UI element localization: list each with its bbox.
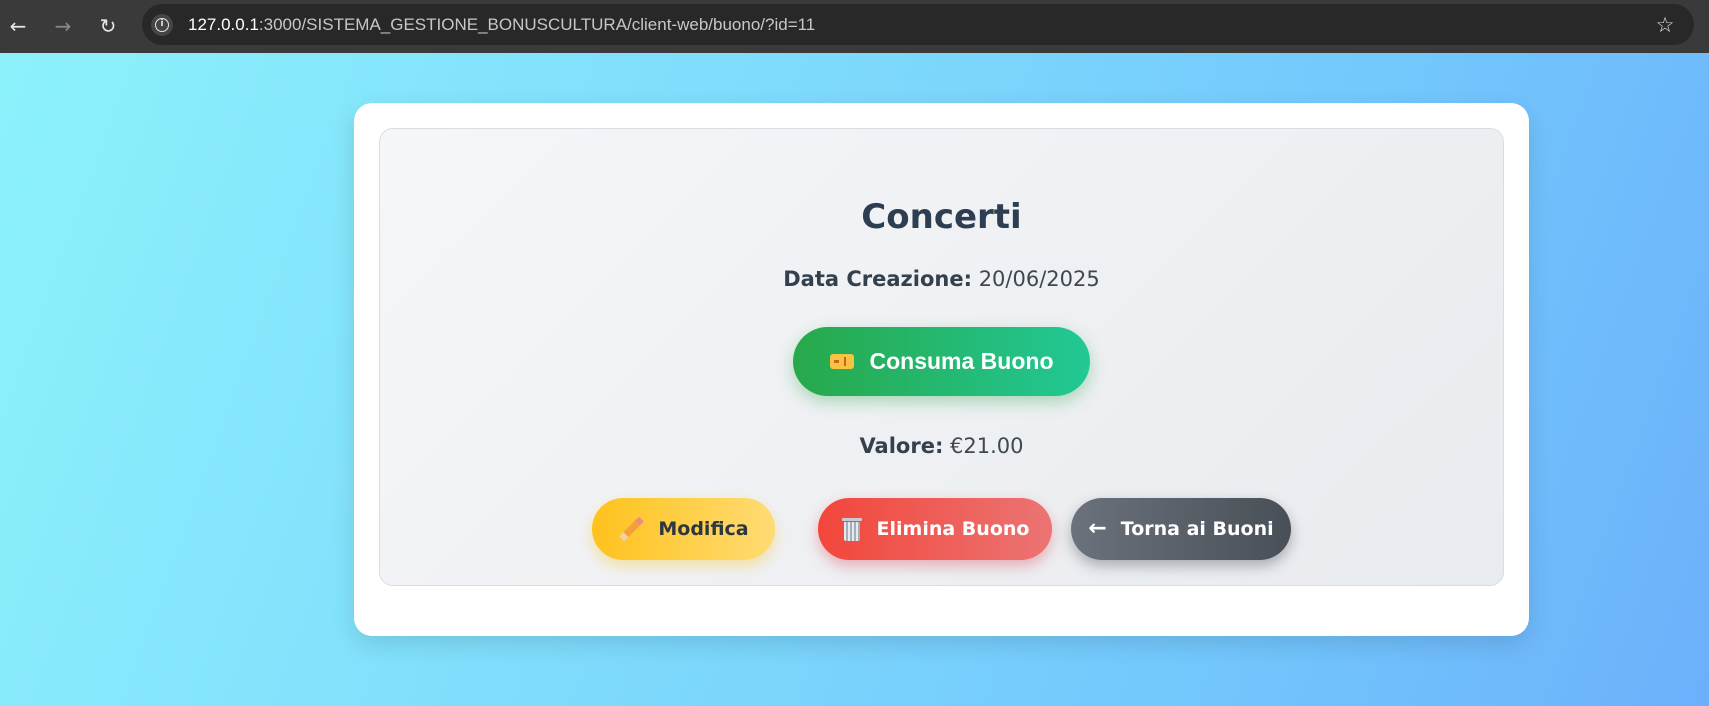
delete-voucher-label: Elimina Buono — [876, 518, 1030, 540]
address-bar[interactable]: i 127.0.0.1:3000/SISTEMA_GESTIONE_BONUSC… — [142, 4, 1694, 45]
arrow-right-icon: → — [54, 14, 72, 38]
voucher-value-amount: €21.00 — [950, 434, 1024, 458]
consume-voucher-button[interactable]: Consuma Buono — [793, 327, 1090, 396]
creation-date: Data Creazione: 20/06/2025 — [380, 267, 1503, 291]
voucher-value: Valore: €21.00 — [380, 434, 1503, 458]
info-icon[interactable]: i — [151, 14, 173, 36]
browser-toolbar: ← → ↻ i 127.0.0.1:3000/SISTEMA_GESTIONE_… — [0, 0, 1709, 53]
pencil-icon — [618, 516, 645, 542]
url-host: 127.0.0.1 — [188, 15, 259, 34]
edit-button[interactable]: Modifica — [592, 498, 775, 560]
star-icon[interactable]: ☆ — [1652, 12, 1678, 38]
forward-button[interactable]: → — [47, 10, 79, 42]
back-to-vouchers-button[interactable]: ← Torna ai Buoni — [1071, 498, 1291, 560]
arrow-left-icon: ← — [1088, 516, 1107, 541]
back-button[interactable]: ← — [2, 10, 34, 42]
voucher-card: Concerti Data Creazione: 20/06/2025 Cons… — [354, 103, 1529, 636]
back-to-vouchers-label: Torna ai Buoni — [1120, 518, 1274, 540]
creation-date-label: Data Creazione: — [783, 267, 972, 291]
voucher-title: Concerti — [861, 197, 1022, 237]
url-text[interactable]: 127.0.0.1:3000/SISTEMA_GESTIONE_BONUSCUL… — [188, 15, 815, 35]
arrow-left-icon: ← — [9, 14, 27, 38]
trash-icon — [841, 517, 863, 541]
edit-button-label: Modifica — [658, 518, 749, 540]
delete-voucher-button[interactable]: Elimina Buono — [818, 498, 1052, 560]
ticket-icon — [829, 354, 854, 369]
voucher-details-panel: Concerti Data Creazione: 20/06/2025 Cons… — [379, 128, 1504, 586]
reload-button[interactable]: ↻ — [92, 10, 124, 42]
creation-date-value: 20/06/2025 — [978, 267, 1100, 291]
consume-voucher-label: Consuma Buono — [869, 348, 1054, 374]
url-path: :3000/SISTEMA_GESTIONE_BONUSCULTURA/clie… — [258, 15, 816, 34]
voucher-value-label: Valore: — [859, 434, 944, 458]
reload-icon: ↻ — [99, 14, 117, 38]
